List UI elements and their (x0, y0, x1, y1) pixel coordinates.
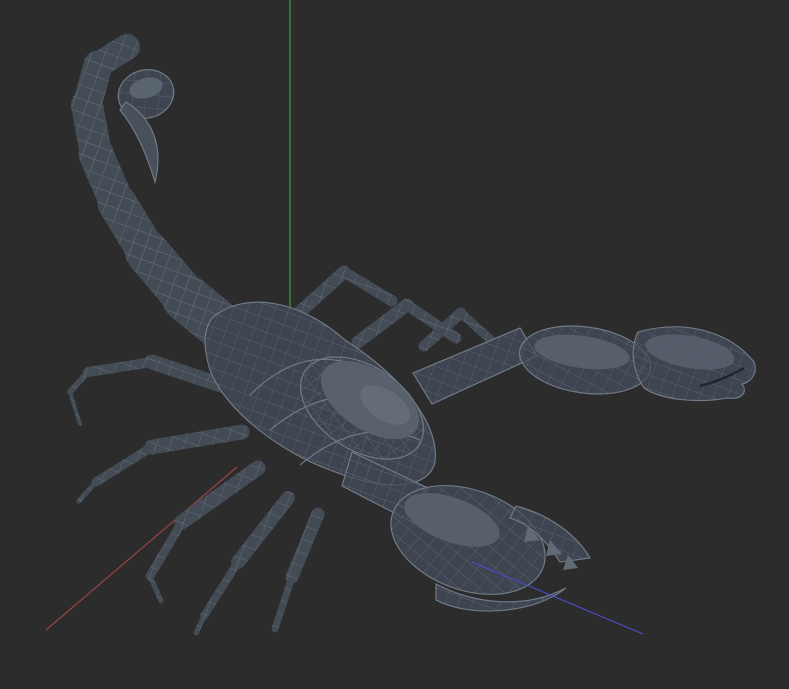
scene-canvas (45, 0, 757, 689)
scorpion-model[interactable] (70, 47, 757, 633)
viewport-3d[interactable] (0, 0, 789, 689)
z-axis-line (471, 561, 644, 635)
